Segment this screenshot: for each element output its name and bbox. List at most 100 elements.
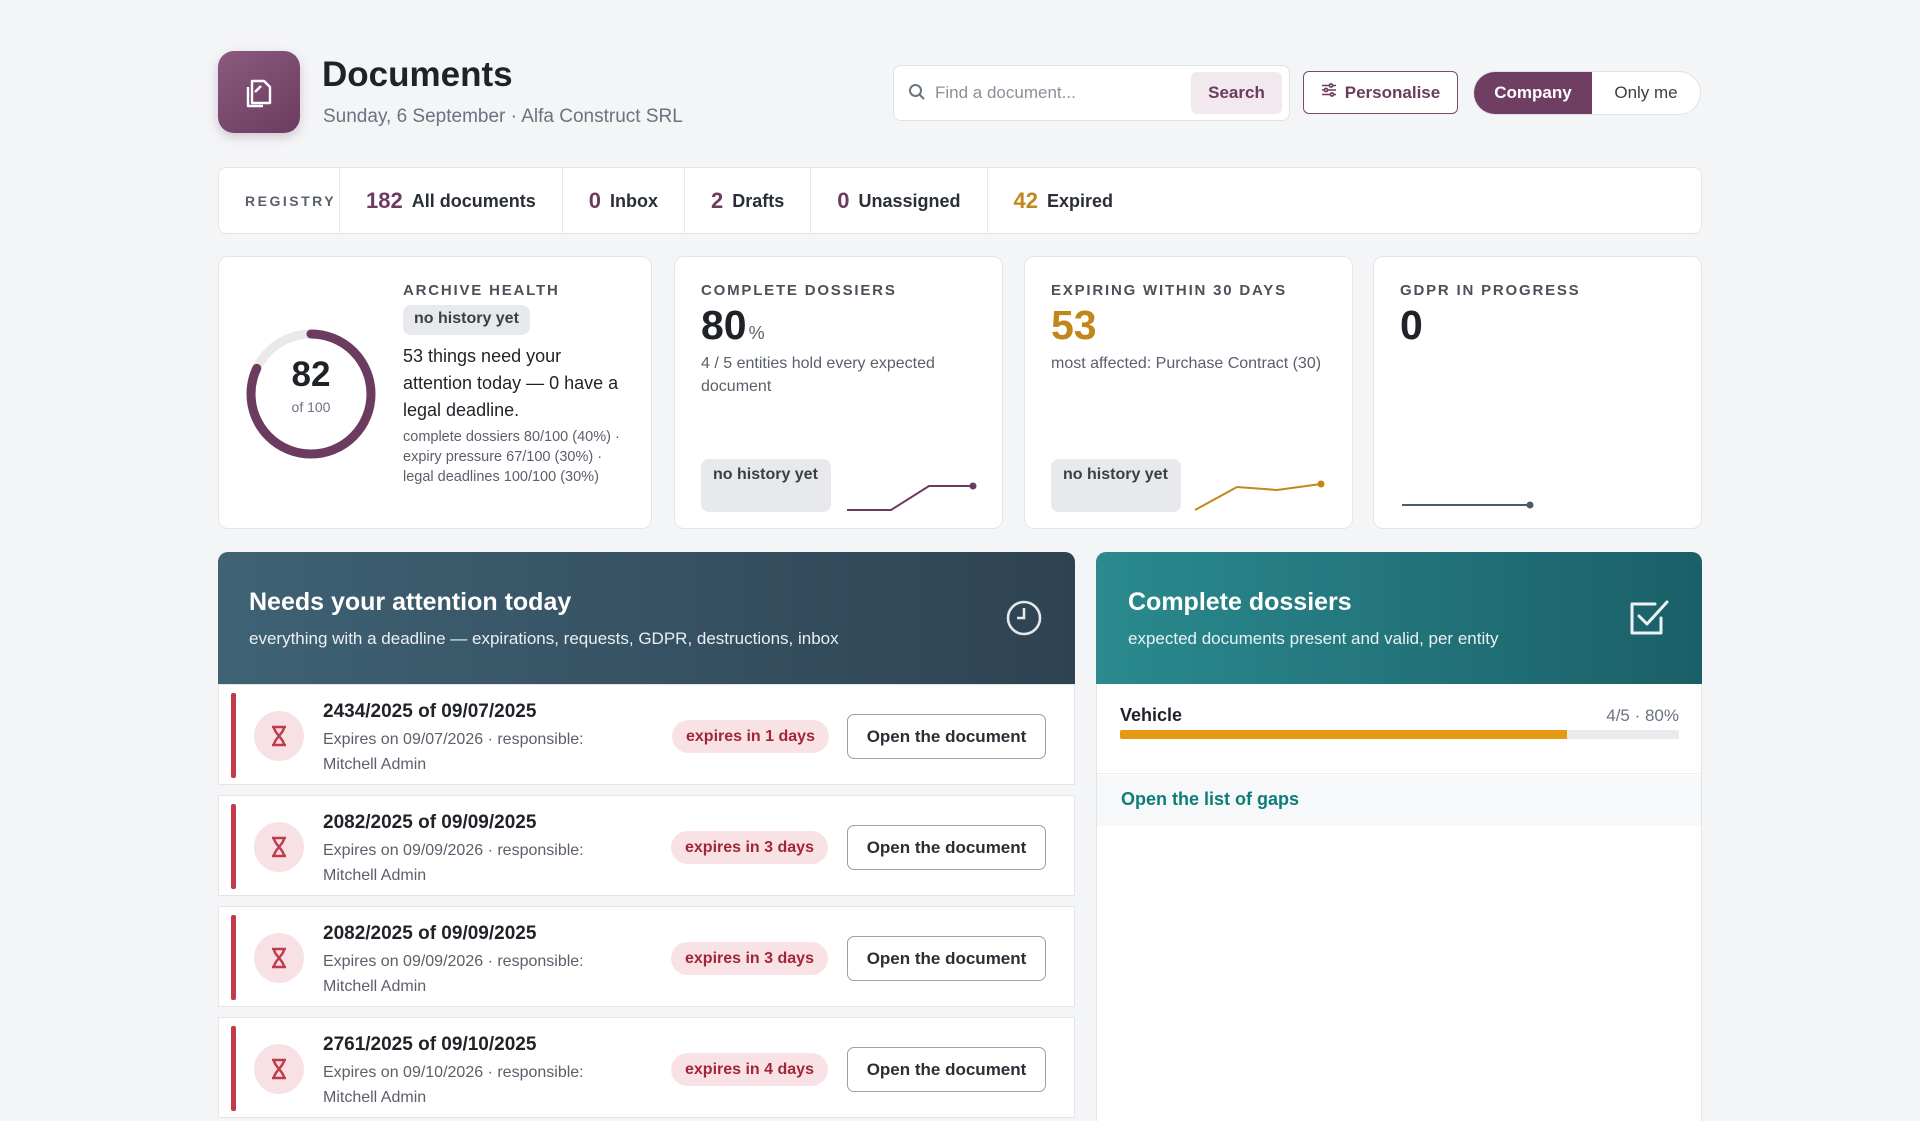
- expiry-badge: expires in 4 days: [671, 1053, 828, 1086]
- hourglass-icon: [254, 711, 304, 761]
- search-box: Search: [893, 65, 1290, 121]
- complete-dossiers-number: 80: [701, 302, 747, 348]
- dossier-stat: 4/5 · 80%: [1606, 706, 1679, 725]
- attention-row: 2434/2025 of 09/07/2025 Expires on 09/07…: [218, 684, 1075, 785]
- attention-row: 2082/2025 of 09/09/2025 Expires on 09/09…: [218, 795, 1075, 896]
- gdpr-label: GDPR IN PROGRESS: [1400, 282, 1581, 299]
- page-header: Documents Sunday, 6 September · Alfa Con…: [218, 51, 1702, 133]
- expiry-badge: expires in 1 days: [672, 720, 829, 753]
- complete-dossiers-value: 80%: [701, 302, 765, 349]
- dossiers-subtitle: expected documents present and valid, pe…: [1128, 629, 1499, 648]
- registry-unassigned[interactable]: 0 Unassigned: [810, 168, 986, 233]
- gaps-link-row: Open the list of gaps: [1097, 775, 1701, 826]
- attention-row-description: Expires on 09/09/2026 · responsible: Mit…: [323, 842, 584, 884]
- attention-row-title: 2761/2025 of 09/10/2025: [323, 1034, 537, 1055]
- search-button[interactable]: Search: [1191, 72, 1282, 114]
- complete-dossiers-history-badge: no history yet: [701, 459, 831, 512]
- registry-bar: REGISTRY 182 All documents 0 Inbox 2 Dra…: [218, 167, 1702, 234]
- registry-count: 0: [837, 187, 850, 213]
- urgency-bar: [231, 915, 236, 1000]
- expiring-card: EXPIRING WITHIN 30 DAYS 53 most affected…: [1024, 256, 1353, 529]
- clock-icon: [1004, 598, 1044, 643]
- archive-health-label: ARCHIVE HEALTH: [403, 282, 560, 299]
- open-document-button[interactable]: Open the document: [847, 1047, 1046, 1092]
- attention-title: Needs your attention today: [249, 588, 572, 616]
- hourglass-icon: [254, 1044, 304, 1094]
- registry-count: 42: [1013, 187, 1039, 213]
- personalise-label: Personalise: [1344, 82, 1441, 102]
- registry-inbox[interactable]: 0 Inbox: [561, 168, 684, 233]
- urgency-bar: [231, 804, 236, 889]
- expiring-history-badge: no history yet: [1051, 459, 1181, 512]
- attention-row-title: 2082/2025 of 09/09/2025: [323, 923, 537, 944]
- dossier-progress-fill: [1120, 730, 1568, 739]
- scope-company-option[interactable]: Company: [1474, 72, 1592, 114]
- urgency-bar: [231, 1026, 236, 1111]
- gdpr-card: GDPR IN PROGRESS 0: [1373, 256, 1702, 529]
- search-input[interactable]: [935, 78, 1175, 108]
- registry-item-label: Expired: [1047, 191, 1114, 211]
- attention-row-description: Expires on 09/07/2026 · responsible: Mit…: [323, 731, 584, 773]
- page-title: Documents: [322, 55, 513, 94]
- dossiers-body: Vehicle 4/5 · 80% Open the list of gaps: [1096, 684, 1702, 1121]
- dossiers-title: Complete dossiers: [1128, 588, 1352, 616]
- expiring-label: EXPIRING WITHIN 30 DAYS: [1051, 282, 1287, 299]
- page-subtitle: Sunday, 6 September · Alfa Construct SRL: [323, 106, 683, 127]
- search-icon: [908, 83, 926, 106]
- attention-subtitle: everything with a deadline — expirations…: [249, 629, 839, 648]
- checkbox-checked-icon: [1627, 596, 1671, 645]
- expiry-badge: expires in 3 days: [671, 942, 828, 975]
- archive-health-breakdown: complete dossiers 80/100 (40%) · expiry …: [403, 429, 620, 485]
- dossier-row[interactable]: Vehicle 4/5 · 80%: [1097, 684, 1701, 774]
- registry-count: 182: [366, 187, 403, 213]
- gdpr-value: 0: [1400, 302, 1423, 348]
- expiring-description: most affected: Purchase Contract (30): [1051, 355, 1322, 372]
- dossiers-panel-header: Complete dossiers expected documents pre…: [1096, 552, 1702, 684]
- archive-health-card: 82 of 100 ARCHIVE HEALTH no history yet …: [218, 256, 652, 529]
- open-document-button[interactable]: Open the document: [847, 825, 1046, 870]
- attention-row: 2082/2025 of 09/09/2025 Expires on 09/09…: [218, 906, 1075, 1007]
- expiry-badge: expires in 3 days: [671, 831, 828, 864]
- registry-count: 2: [710, 187, 724, 213]
- expiring-value: 53: [1051, 302, 1097, 348]
- registry-all-documents[interactable]: 182 All documents: [339, 168, 562, 233]
- complete-dossiers-label: COMPLETE DOSSIERS: [701, 282, 897, 299]
- registry-count: 0: [588, 187, 601, 213]
- urgency-bar: [231, 693, 236, 778]
- expiring-sparkline: [1194, 480, 1325, 511]
- archive-health-score: 82: [291, 355, 331, 394]
- registry-drafts[interactable]: 2 Drafts: [683, 168, 810, 233]
- archive-health-score-max: of 100: [291, 399, 331, 415]
- open-document-button[interactable]: Open the document: [847, 714, 1046, 759]
- attention-row-description: Expires on 09/10/2026 · responsible: Mit…: [323, 1064, 584, 1106]
- complete-dossiers-card: COMPLETE DOSSIERS 80% 4 / 5 entities hol…: [674, 256, 1003, 529]
- complete-dossiers-description: 4 / 5 entities hold every expected docum…: [701, 355, 935, 395]
- attention-list: 2434/2025 of 09/07/2025 Expires on 09/07…: [218, 684, 1075, 1121]
- registry-label: REGISTRY: [245, 192, 337, 209]
- attention-row-title: 2082/2025 of 09/09/2025: [323, 812, 537, 833]
- hourglass-icon: [254, 933, 304, 983]
- documents-logo-icon: [218, 51, 300, 133]
- sliders-icon: [1321, 82, 1337, 103]
- archive-health-badge: no history yet: [403, 305, 530, 335]
- registry-item-label: Drafts: [732, 191, 785, 211]
- attention-row: 2761/2025 of 09/10/2025 Expires on 09/10…: [218, 1017, 1075, 1118]
- dossier-progress-track: [1120, 730, 1679, 739]
- registry-item-label: Unassigned: [858, 191, 961, 211]
- registry-item-label: All documents: [411, 191, 536, 211]
- scope-only-me-option[interactable]: Only me: [1592, 72, 1700, 114]
- scope-toggle: Company Only me: [1473, 71, 1701, 115]
- open-document-button[interactable]: Open the document: [847, 936, 1046, 981]
- personalise-button[interactable]: Personalise: [1303, 71, 1458, 114]
- attention-panel-header: Needs your attention today everything wi…: [218, 552, 1075, 684]
- hourglass-icon: [254, 822, 304, 872]
- archive-health-headline: 53 things need your attention today — 0 …: [403, 346, 619, 420]
- attention-row-description: Expires on 09/09/2026 · responsible: Mit…: [323, 953, 584, 995]
- registry-expired[interactable]: 42 Expired: [986, 168, 1140, 233]
- complete-dossiers-sparkline: [847, 482, 977, 511]
- open-gaps-link[interactable]: Open the list of gaps: [1121, 789, 1299, 810]
- gdpr-sparkline: [1402, 501, 1534, 509]
- registry-item-label: Inbox: [609, 191, 658, 211]
- dossier-entity-name: Vehicle: [1120, 705, 1183, 725]
- attention-row-title: 2434/2025 of 09/07/2025: [323, 701, 537, 722]
